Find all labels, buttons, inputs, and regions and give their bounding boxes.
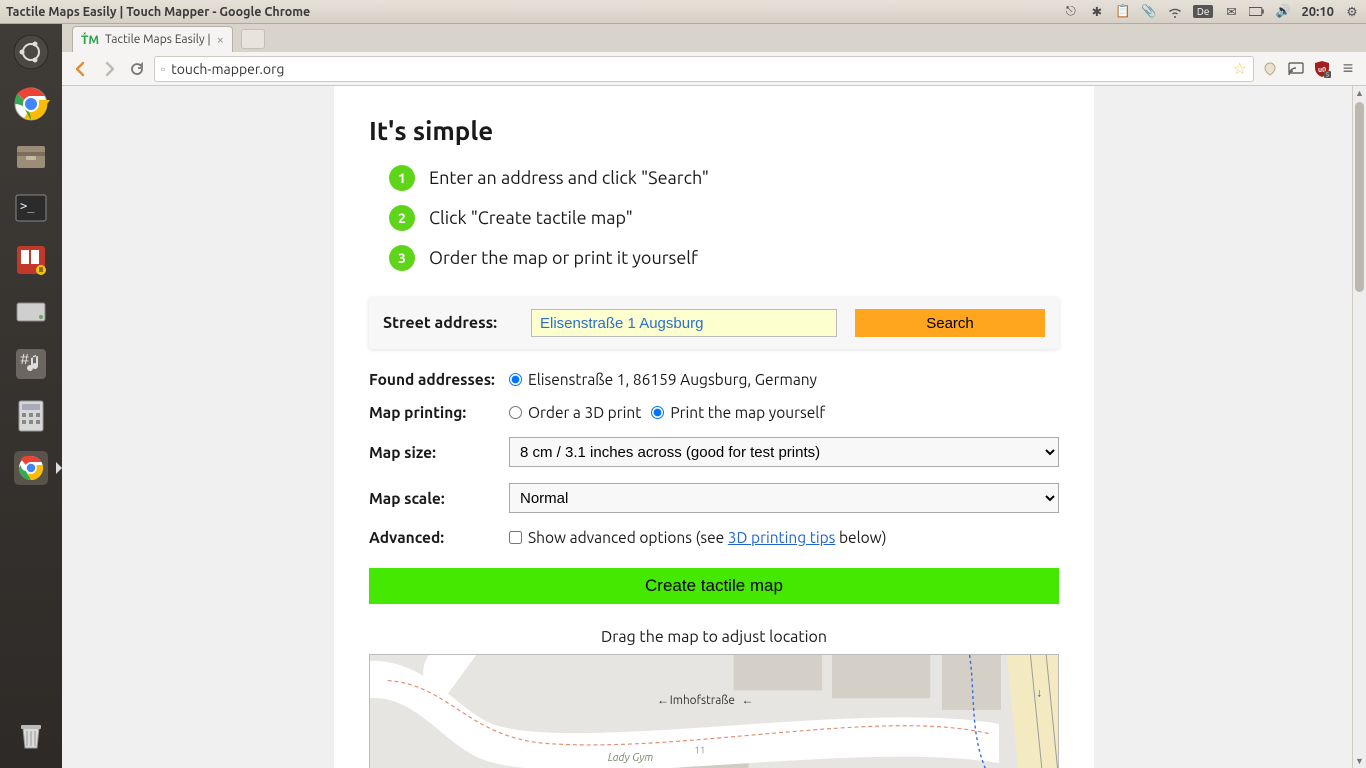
launcher-chrome[interactable]: [6, 80, 56, 128]
vertical-scrollbar[interactable]: ▲ ▼: [1352, 86, 1366, 768]
printing-label: Map printing:: [369, 404, 509, 421]
forward-button[interactable]: [98, 58, 120, 80]
map-scale-select[interactable]: Normal: [509, 483, 1059, 513]
create-map-button[interactable]: Create tactile map: [369, 568, 1059, 604]
tab-favicon-icon: T̽M: [81, 33, 99, 47]
volume-icon[interactable]: 🔊: [1275, 4, 1291, 20]
printing-option-order[interactable]: Order a 3D print: [509, 404, 641, 421]
reload-button[interactable]: [126, 58, 148, 80]
ublock-icon[interactable]: u05: [1312, 59, 1332, 79]
launcher-app-red[interactable]: [6, 236, 56, 284]
mail-icon[interactable]: ✉: [1223, 4, 1239, 20]
system-tray: ⎋ ✱ 📋 📎 De ✉ 🔊 20:10 ⚙: [1063, 4, 1360, 20]
launcher-terminal[interactable]: >_: [6, 184, 56, 232]
extension-icon-1[interactable]: [1260, 59, 1280, 79]
address-search-box: Street address: Search: [369, 297, 1059, 349]
step-item: 1Enter an address and click "Search": [389, 165, 1059, 191]
step-number-badge: 3: [389, 245, 415, 271]
launcher-dash[interactable]: [6, 28, 56, 76]
settings-gear-icon[interactable]: ⚙: [1344, 4, 1360, 20]
launcher-disk[interactable]: [6, 288, 56, 336]
browser-tab[interactable]: T̽M Tactile Maps Easily | ×: [72, 26, 233, 52]
svg-text:↓: ↓: [1036, 686, 1042, 699]
url-text: touch-mapper.org: [171, 61, 1226, 77]
chrome-tabstrip: T̽M Tactile Maps Easily | ×: [62, 24, 1366, 52]
attachment-icon[interactable]: 📎: [1141, 4, 1157, 20]
svg-text:Imhofstraße: Imhofstraße: [670, 694, 735, 707]
svg-text:>_: >_: [20, 199, 35, 213]
svg-text:#: #: [20, 351, 29, 367]
keyboard-layout-indicator[interactable]: De: [1193, 5, 1214, 18]
search-button[interactable]: Search: [855, 309, 1045, 337]
svg-text:Lady Gym: Lady Gym: [608, 752, 653, 764]
hamburger-icon: ≡: [1343, 58, 1354, 79]
launcher-files[interactable]: [6, 132, 56, 180]
clock[interactable]: 20:10: [1301, 5, 1334, 19]
indicator-icon[interactable]: ⎋: [1063, 4, 1079, 20]
page-content: It's simple 1Enter an address and click …: [334, 86, 1094, 768]
step-item: 2Click "Create tactile map": [389, 205, 1059, 231]
wifi-icon[interactable]: [1167, 4, 1183, 20]
cast-icon[interactable]: [1286, 59, 1306, 79]
found-addresses-row: Found addresses: Elisenstraße 1, 86159 A…: [369, 371, 1059, 388]
page-icon: ▫: [161, 62, 165, 76]
map-preview[interactable]: ↓ ← Imhofstraße ← Lady Gym 11: [369, 654, 1059, 768]
advanced-checkbox[interactable]: [509, 531, 522, 544]
size-label: Map size:: [369, 444, 509, 461]
launcher-music[interactable]: #: [6, 340, 56, 388]
advanced-row: Advanced: Show advanced options (see 3D …: [369, 529, 1059, 546]
dropbox-icon[interactable]: ✱: [1089, 4, 1105, 20]
page-viewport: It's simple 1Enter an address and click …: [62, 86, 1366, 768]
scale-label: Map scale:: [369, 490, 509, 507]
svg-text:5: 5: [1326, 71, 1329, 78]
chrome-window: T̽M Tactile Maps Easily | × ▫ touch-mapp…: [62, 24, 1366, 768]
clipboard-icon[interactable]: 📋: [1115, 4, 1131, 20]
svg-text:←: ←: [742, 694, 754, 707]
back-button[interactable]: [70, 58, 92, 80]
address-bar[interactable]: ▫ touch-mapper.org ☆: [154, 56, 1254, 82]
map-size-row: Map size: 8 cm / 3.1 inches across (good…: [369, 437, 1059, 467]
address-input[interactable]: [531, 309, 837, 337]
steps-list: 1Enter an address and click "Search" 2Cl…: [389, 165, 1059, 271]
svg-text:11: 11: [694, 744, 705, 755]
map-printing-row: Map printing: Order a 3D print Print the…: [369, 404, 1059, 421]
window-title: Tactile Maps Easily | Touch Mapper - Goo…: [6, 5, 310, 19]
advanced-checkbox-label[interactable]: Show advanced options (see 3D printing t…: [509, 529, 887, 546]
launcher-trash[interactable]: [6, 712, 56, 760]
unity-launcher: >_ #: [0, 24, 62, 768]
launcher-calculator[interactable]: [6, 392, 56, 440]
drag-hint-text: Drag the map to adjust location: [369, 628, 1059, 646]
advanced-label: Advanced:: [369, 529, 509, 546]
found-label: Found addresses:: [369, 371, 509, 388]
step-item: 3Order the map or print it yourself: [389, 245, 1059, 271]
scroll-down-arrow-icon[interactable]: ▼: [1353, 754, 1366, 768]
launcher-chrome-active[interactable]: [6, 444, 56, 492]
printing-radio-self[interactable]: [651, 406, 664, 419]
page-heading: It's simple: [369, 116, 1059, 145]
printing-option-self[interactable]: Print the map yourself: [651, 404, 825, 421]
found-radio[interactable]: [509, 373, 522, 386]
bookmark-star-icon[interactable]: ☆: [1233, 59, 1247, 78]
chrome-toolbar: ▫ touch-mapper.org ☆ u05 ≡: [62, 52, 1366, 86]
system-top-panel: Tactile Maps Easily | Touch Mapper - Goo…: [0, 0, 1366, 24]
svg-text:←: ←: [657, 694, 669, 707]
printing-tips-link[interactable]: 3D printing tips: [728, 529, 836, 546]
scroll-up-arrow-icon[interactable]: ▲: [1353, 86, 1366, 100]
printing-radio-order[interactable]: [509, 406, 522, 419]
map-scale-row: Map scale: Normal: [369, 483, 1059, 513]
new-tab-button[interactable]: [241, 29, 265, 49]
step-number-badge: 1: [389, 165, 415, 191]
step-number-badge: 2: [389, 205, 415, 231]
tab-title: Tactile Maps Easily |: [105, 33, 211, 46]
map-size-select[interactable]: 8 cm / 3.1 inches across (good for test …: [509, 437, 1059, 467]
chrome-menu-button[interactable]: ≡: [1338, 59, 1358, 79]
scrollbar-thumb[interactable]: [1355, 102, 1364, 292]
address-label: Street address:: [383, 314, 513, 332]
battery-icon[interactable]: [1249, 4, 1265, 20]
found-address-option[interactable]: Elisenstraße 1, 86159 Augsburg, Germany: [509, 371, 817, 388]
tab-close-icon[interactable]: ×: [217, 33, 224, 47]
